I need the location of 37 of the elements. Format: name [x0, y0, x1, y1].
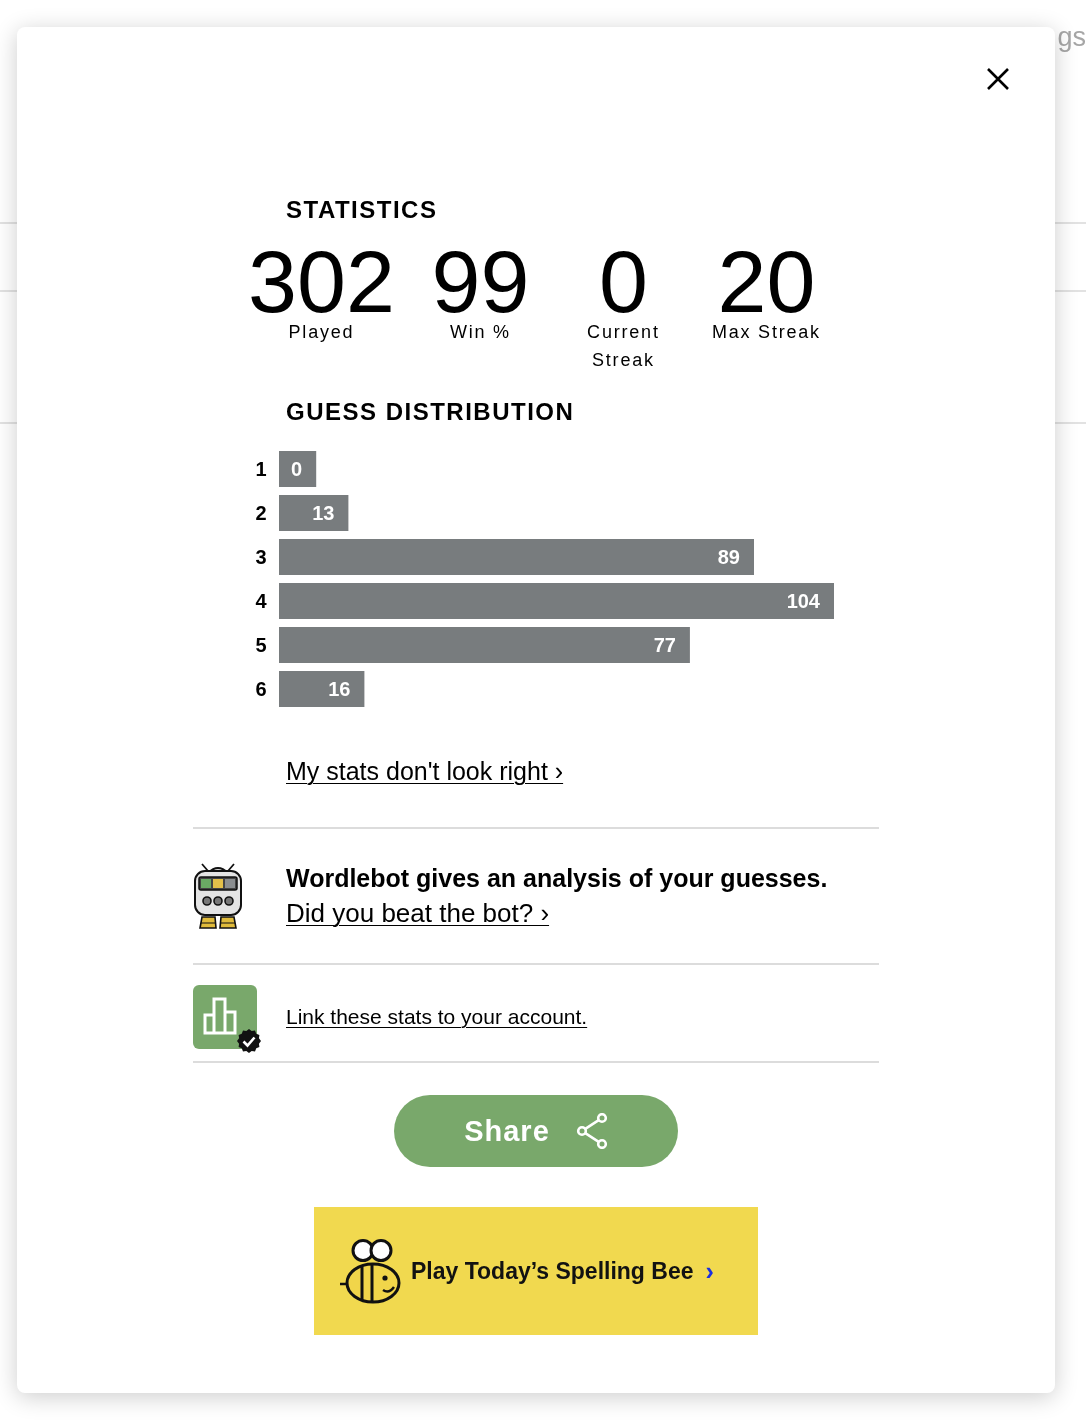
stat-label: Win %	[449, 321, 511, 344]
check-badge-icon	[237, 1029, 261, 1053]
robot-icon	[193, 862, 243, 930]
section-heading: STATISTICS	[286, 196, 438, 224]
guess-count-label: 0	[291, 458, 303, 480]
account-link[interactable]: Link these stats to your account.	[286, 1004, 588, 1030]
section-heading: GUESS DISTRIBUTION	[286, 398, 575, 426]
wordlebot-link[interactable]: Did you beat the bot? ›	[286, 897, 550, 929]
guess-count-label: 16	[328, 678, 351, 700]
guess-number-label: 3	[255, 546, 267, 568]
spelling-bee-banner[interactable]: Play Today’s Spelling Bee ›	[314, 1207, 758, 1335]
guess-number-label: 4	[255, 590, 267, 612]
share-icon	[575, 1113, 608, 1149]
stat-value: 99	[431, 244, 530, 320]
stat-label: Current Streak	[586, 321, 661, 372]
stat-value: 0	[598, 244, 648, 320]
stats-help-link[interactable]: My stats don't look right ›	[286, 756, 564, 786]
stat-value: 302	[248, 244, 395, 320]
bee-icon	[340, 1238, 402, 1304]
guess-count-label: 89	[717, 546, 740, 568]
guess-number-label: 6	[255, 678, 267, 700]
background-heading-text: gs	[1057, 21, 1086, 53]
stat-value: 20	[717, 244, 816, 320]
guess-number-label: 5	[255, 634, 267, 656]
guess-count-label: 13	[312, 502, 335, 524]
guess-count-label: 104	[786, 590, 820, 612]
guess-count-label: 77	[653, 634, 676, 656]
guess-number-label: 2	[255, 502, 267, 524]
guess-number-label: 1	[255, 458, 267, 480]
stat-label: Max Streak	[711, 321, 821, 344]
guess-count-bar	[279, 451, 317, 487]
stat-label: Played	[288, 321, 355, 344]
guess-count-bar	[279, 495, 349, 531]
close-icon	[986, 67, 1010, 91]
close-button[interactable]	[986, 67, 1010, 91]
bar-chart-icon	[193, 985, 257, 1049]
promo-heading: Wordlebot gives an analysis of your guesses.	[286, 863, 828, 893]
